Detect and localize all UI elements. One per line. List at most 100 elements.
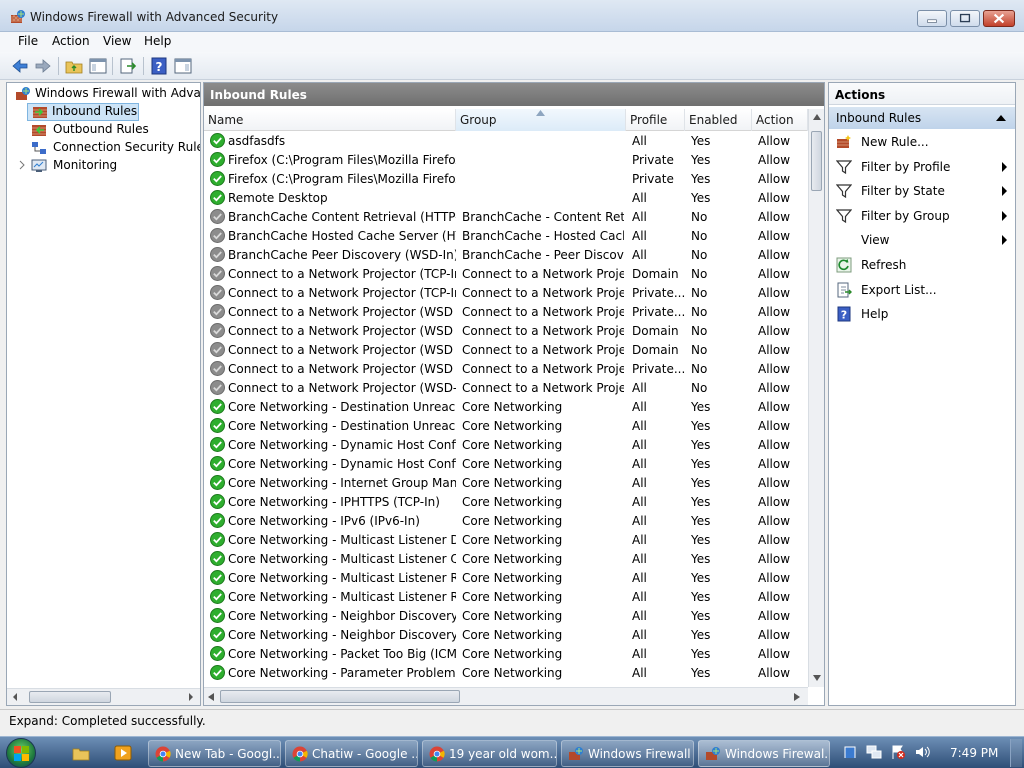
vertical-scroll-thumb[interactable] — [811, 131, 822, 191]
table-row[interactable]: Connect to a Network Projector (WSD Ev..… — [204, 322, 808, 341]
menu-help[interactable]: Help — [144, 34, 171, 48]
table-row[interactable]: BranchCache Peer Discovery (WSD-In) Branc… — [204, 246, 808, 265]
table-row[interactable]: Connect to a Network Projector (TCP-In) C… — [204, 284, 808, 303]
taskbar-button-label: Windows Firewal... — [725, 747, 830, 761]
taskbar-button[interactable]: Windows Firewall — [561, 740, 694, 767]
start-button[interactable] — [6, 738, 36, 768]
action-center-icon[interactable] — [842, 744, 858, 760]
rules-vertical-scrollbar[interactable] — [808, 109, 824, 687]
action-filter-by-profile[interactable]: Filter by Profile — [829, 155, 1015, 179]
menu-file[interactable]: File — [18, 34, 38, 48]
explorer-icon[interactable] — [72, 744, 90, 762]
table-row[interactable]: BranchCache Hosted Cache Server (HTT... B… — [204, 227, 808, 246]
taskbar-button[interactable]: Windows Firewal... — [698, 740, 830, 767]
table-row[interactable]: Firefox (C:\Program Files\Mozilla Firefo… — [204, 170, 808, 189]
table-row[interactable]: Connect to a Network Projector (WSD Ev..… — [204, 303, 808, 322]
action-help[interactable]: ? Help — [829, 302, 1015, 326]
cell-group: Connect to a Network Proje... — [462, 267, 624, 281]
taskbar-button[interactable]: 19 year old wom... — [422, 740, 557, 767]
table-row[interactable]: Firefox (C:\Program Files\Mozilla Firefo… — [204, 151, 808, 170]
table-row[interactable]: Core Networking - Parameter Problem (I..… — [204, 664, 808, 683]
table-row[interactable]: Core Networking - IPHTTPS (TCP-In) Core N… — [204, 493, 808, 512]
media-player-icon[interactable] — [114, 744, 132, 762]
column-header-name[interactable]: Name — [204, 109, 456, 131]
horizontal-scroll-thumb[interactable] — [220, 690, 460, 703]
cell-name: Core Networking - IPHTTPS (TCP-In) — [228, 495, 440, 509]
actions-section-inbound-rules[interactable]: Inbound Rules — [829, 107, 1015, 129]
table-row[interactable]: Core Networking - Neighbor Discovery A..… — [204, 607, 808, 626]
taskbar-button[interactable]: Chatiw - Google ... — [285, 740, 418, 767]
menu-view[interactable]: View — [103, 34, 131, 48]
show-hide-tree-icon[interactable] — [89, 57, 107, 75]
column-header-enabled[interactable]: Enabled — [685, 109, 752, 131]
scroll-right-icon[interactable] — [794, 693, 800, 701]
forward-arrow-icon[interactable] — [34, 57, 52, 75]
table-row[interactable]: Core Networking - Internet Group Mana...… — [204, 474, 808, 493]
table-row[interactable]: Core Networking - Multicast Listener Do.… — [204, 531, 808, 550]
rule-enabled-check-icon — [210, 399, 225, 414]
close-button[interactable] — [983, 10, 1015, 27]
scroll-down-icon[interactable] — [813, 675, 821, 681]
tree-horizontal-scrollbar[interactable] — [7, 688, 200, 705]
table-row[interactable]: Core Networking - Multicast Listener Qu.… — [204, 550, 808, 569]
action-view[interactable]: View — [829, 228, 1015, 252]
tree-root[interactable]: Windows Firewall with Advanced Security … — [13, 85, 200, 103]
menu-action[interactable]: Action — [52, 34, 90, 48]
taskbar-button[interactable]: New Tab - Googl... — [148, 740, 281, 767]
scroll-right-icon[interactable] — [187, 693, 195, 701]
help-icon[interactable]: ? — [150, 57, 168, 75]
table-row[interactable]: Connect to a Network Projector (WSD Ev..… — [204, 360, 808, 379]
cell-name: Firefox (C:\Program Files\Mozilla Firefo… — [228, 172, 456, 186]
filter-icon — [836, 159, 852, 174]
table-row[interactable]: Core Networking - Dynamic Host Config...… — [204, 455, 808, 474]
table-row[interactable]: Core Networking - Multicast Listener Rep… — [204, 588, 808, 607]
action-new-rule[interactable]: New Rule... — [829, 130, 1015, 154]
table-row[interactable]: Connect to a Network Projector (WSD Ev..… — [204, 341, 808, 360]
title-bar[interactable]: Windows Firewall with Advanced Security — [0, 0, 1024, 32]
scroll-up-icon[interactable] — [813, 114, 821, 120]
table-row[interactable]: Core Networking - IPv6 (IPv6-In) Core Net… — [204, 512, 808, 531]
table-row[interactable]: Connect to a Network Projector (TCP-In) C… — [204, 265, 808, 284]
column-header-action[interactable]: Action — [752, 109, 808, 131]
table-row[interactable]: asdfasdfs All Yes Allow — [204, 132, 808, 151]
table-row[interactable]: BranchCache Content Retrieval (HTTP-In) B… — [204, 208, 808, 227]
table-row[interactable]: Core Networking - Multicast Listener Rep… — [204, 569, 808, 588]
actions-section-label: Inbound Rules — [836, 111, 922, 125]
tree-item-monitoring[interactable]: Monitoring — [17, 157, 197, 175]
collapse-up-icon[interactable] — [996, 115, 1006, 121]
show-desktop-button[interactable] — [1010, 739, 1022, 767]
maximize-button[interactable] — [950, 10, 980, 27]
table-row[interactable]: Remote Desktop All Yes Allow — [204, 189, 808, 208]
action-refresh[interactable]: Refresh — [829, 253, 1015, 277]
show-hide-action-pane-icon[interactable] — [174, 57, 192, 75]
clock[interactable]: 7:49 PM — [950, 746, 998, 760]
table-row[interactable]: Core Networking - Destination Unreacha..… — [204, 417, 808, 436]
tree-item-inbound-rules[interactable]: Inbound Rules — [27, 103, 139, 121]
scroll-left-icon[interactable] — [11, 693, 19, 701]
rules-horizontal-scrollbar[interactable] — [204, 687, 808, 705]
action-filter-by-group[interactable]: Filter by Group — [829, 204, 1015, 228]
column-header-profile[interactable]: Profile — [626, 109, 685, 131]
table-row[interactable]: Connect to a Network Projector (WSD-In) C… — [204, 379, 808, 398]
volume-icon[interactable] — [914, 744, 930, 760]
table-row[interactable]: Core Networking - Destination Unreacha..… — [204, 398, 808, 417]
export-list-icon[interactable] — [119, 57, 137, 75]
back-arrow-icon[interactable] — [11, 57, 29, 75]
cell-action: Allow — [758, 571, 791, 585]
table-row[interactable]: Core Networking - Dynamic Host Config...… — [204, 436, 808, 455]
network-icon[interactable] — [866, 744, 882, 760]
table-row[interactable]: Core Networking - Neighbor Discovery S..… — [204, 626, 808, 645]
expand-chevron-icon[interactable] — [17, 160, 27, 170]
table-row[interactable]: Core Networking - Packet Too Big (ICMP..… — [204, 645, 808, 664]
tree-item-connection-security-rules[interactable]: Connection Security Rules — [27, 139, 200, 157]
up-folder-icon[interactable] — [65, 57, 83, 75]
toolbar: ? — [0, 52, 1024, 80]
scroll-left-icon[interactable] — [208, 693, 214, 701]
action-filter-by-state[interactable]: Filter by State — [829, 179, 1015, 203]
tree-item-outbound-rules[interactable]: Outbound Rules — [27, 121, 197, 139]
tree-scroll-thumb[interactable] — [29, 691, 111, 703]
cell-action: Allow — [758, 134, 791, 148]
minimize-button[interactable] — [917, 10, 947, 27]
flag-warning-icon[interactable] — [890, 744, 906, 760]
action-export-list[interactable]: Export List... — [829, 278, 1015, 302]
